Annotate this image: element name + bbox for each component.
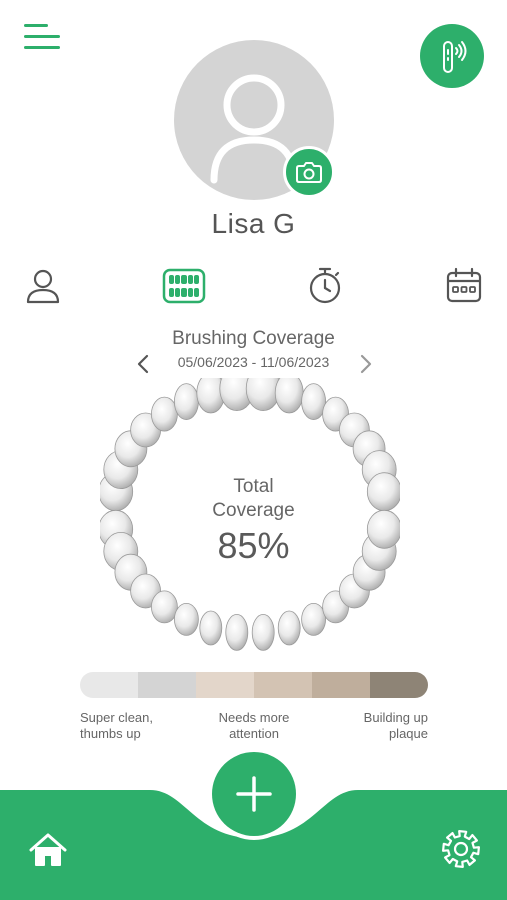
coverage-legend-bar [80, 672, 428, 698]
total-coverage-label: Coverage [212, 500, 295, 521]
gear-outline [442, 830, 480, 868]
legend-label-line: attention [229, 726, 279, 741]
tooth [274, 378, 304, 414]
tab-calendar[interactable] [440, 262, 488, 310]
legend-label-line: plaque [388, 726, 428, 741]
legend-color-segment [196, 672, 254, 698]
settings-button[interactable] [440, 828, 482, 870]
tooth [174, 383, 199, 421]
change-photo-button[interactable] [283, 146, 335, 198]
tab-coverage[interactable] [160, 262, 208, 310]
legend-color-segment [254, 672, 312, 698]
tooth [151, 590, 178, 624]
legend-label-line: thumbs up [80, 726, 141, 741]
tooth [251, 613, 275, 651]
total-coverage-value: 85% [217, 525, 290, 566]
tab-timer[interactable] [301, 262, 349, 310]
toothbrush-connection-icon [443, 41, 467, 73]
calendar-icon [446, 267, 482, 303]
tab-profile[interactable] [19, 262, 67, 310]
menu-line [24, 35, 60, 38]
tooth [174, 602, 199, 636]
legend-color-segment [370, 672, 428, 698]
stopwatch-icon [309, 267, 341, 304]
plus-icon [236, 776, 272, 812]
add-button[interactable] [212, 752, 296, 836]
user-name: Lisa G [211, 208, 296, 239]
legend-label-attention: Needs more attention [194, 710, 314, 742]
gear-icon [442, 830, 480, 868]
menu-line [24, 46, 60, 49]
legend-label-line: Super clean, [80, 710, 153, 725]
teeth-icon [162, 268, 206, 304]
home-button[interactable] [28, 830, 68, 870]
next-week-button[interactable] [354, 350, 378, 378]
tooth [301, 383, 327, 421]
tooth [277, 610, 301, 646]
tooth [151, 396, 178, 432]
profile-icon [26, 269, 60, 304]
menu-line [24, 24, 48, 27]
legend-label-line: Needs more [218, 710, 290, 725]
tooth [225, 613, 249, 651]
total-coverage-label: Total [233, 476, 274, 497]
coverage-title: Brushing Coverage [172, 328, 335, 349]
legend-label-clean: Super clean, thumbs up [80, 710, 153, 742]
toothbrush-connect-button[interactable] [420, 24, 484, 88]
camera-icon [296, 162, 322, 183]
chevron-right-icon [360, 354, 372, 374]
date-range: 05/06/2023 - 11/06/2023 [177, 354, 330, 370]
legend-label-plaque: Building up plaque [328, 710, 428, 742]
legend-color-segment [312, 672, 370, 698]
legend-color-segment [80, 672, 138, 698]
legend-label-line: Building up [363, 710, 428, 725]
menu-button[interactable] [24, 24, 62, 52]
home-icon [29, 833, 67, 866]
legend-color-segment [138, 672, 196, 698]
tooth [199, 610, 223, 646]
tooth [301, 602, 327, 636]
